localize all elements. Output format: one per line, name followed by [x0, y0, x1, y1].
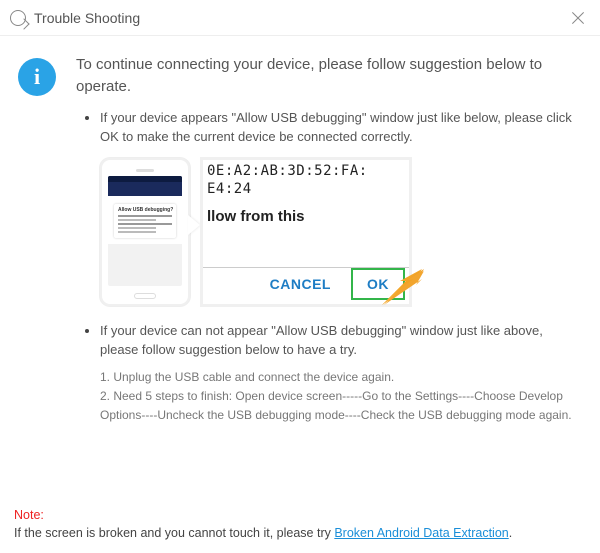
steps: 1. Unplug the USB cable and connect the … [100, 368, 582, 426]
tip-item-1: If your device appears "Allow USB debugg… [100, 108, 582, 307]
tip-item-2: If your device can not appear "Allow USB… [100, 321, 582, 426]
titlebar: Trouble Shooting [0, 0, 600, 36]
main-column: To continue connecting your device, plea… [62, 54, 582, 439]
cancel-button[interactable]: CANCEL [270, 276, 331, 292]
lead-text: To continue connecting your device, plea… [76, 54, 582, 98]
allow-from-text: llow from this [207, 208, 305, 225]
note-label: Note: [14, 508, 44, 522]
note-text-after: . [509, 526, 512, 540]
note-text-before: If the screen is broken and you cannot t… [14, 526, 334, 540]
footer-note: Note: If the screen is broken and you ca… [14, 506, 586, 544]
content: i To continue connecting your device, pl… [0, 36, 600, 439]
app-icon [10, 10, 26, 26]
phone-dialog-title: Allow USB debugging? [118, 207, 172, 213]
tip2-text: If your device can not appear "Allow USB… [100, 321, 582, 360]
close-icon[interactable] [566, 6, 590, 30]
fingerprint-line1: 0E:A2:AB:3D:52:FA: [207, 162, 368, 181]
ok-button[interactable]: OK [351, 268, 405, 300]
mock-illustration: Allow USB debugging? [100, 157, 582, 307]
broken-android-link[interactable]: Broken Android Data Extraction [334, 526, 508, 540]
step-1: 1. Unplug the USB cable and connect the … [100, 368, 582, 387]
window-title: Trouble Shooting [34, 10, 566, 26]
fingerprint-line2: E4:24 [207, 180, 368, 199]
info-column: i [18, 54, 62, 439]
phone-mockup: Allow USB debugging? [100, 158, 190, 306]
info-icon: i [18, 58, 56, 96]
zoom-panel: 0E:A2:AB:3D:52:FA: E4:24 llow from this … [200, 157, 412, 307]
step-2: 2. Need 5 steps to finish: Open device s… [100, 387, 582, 425]
tip1-text: If your device appears "Allow USB debugg… [100, 108, 582, 147]
tips-list: If your device appears "Allow USB debugg… [76, 108, 582, 426]
